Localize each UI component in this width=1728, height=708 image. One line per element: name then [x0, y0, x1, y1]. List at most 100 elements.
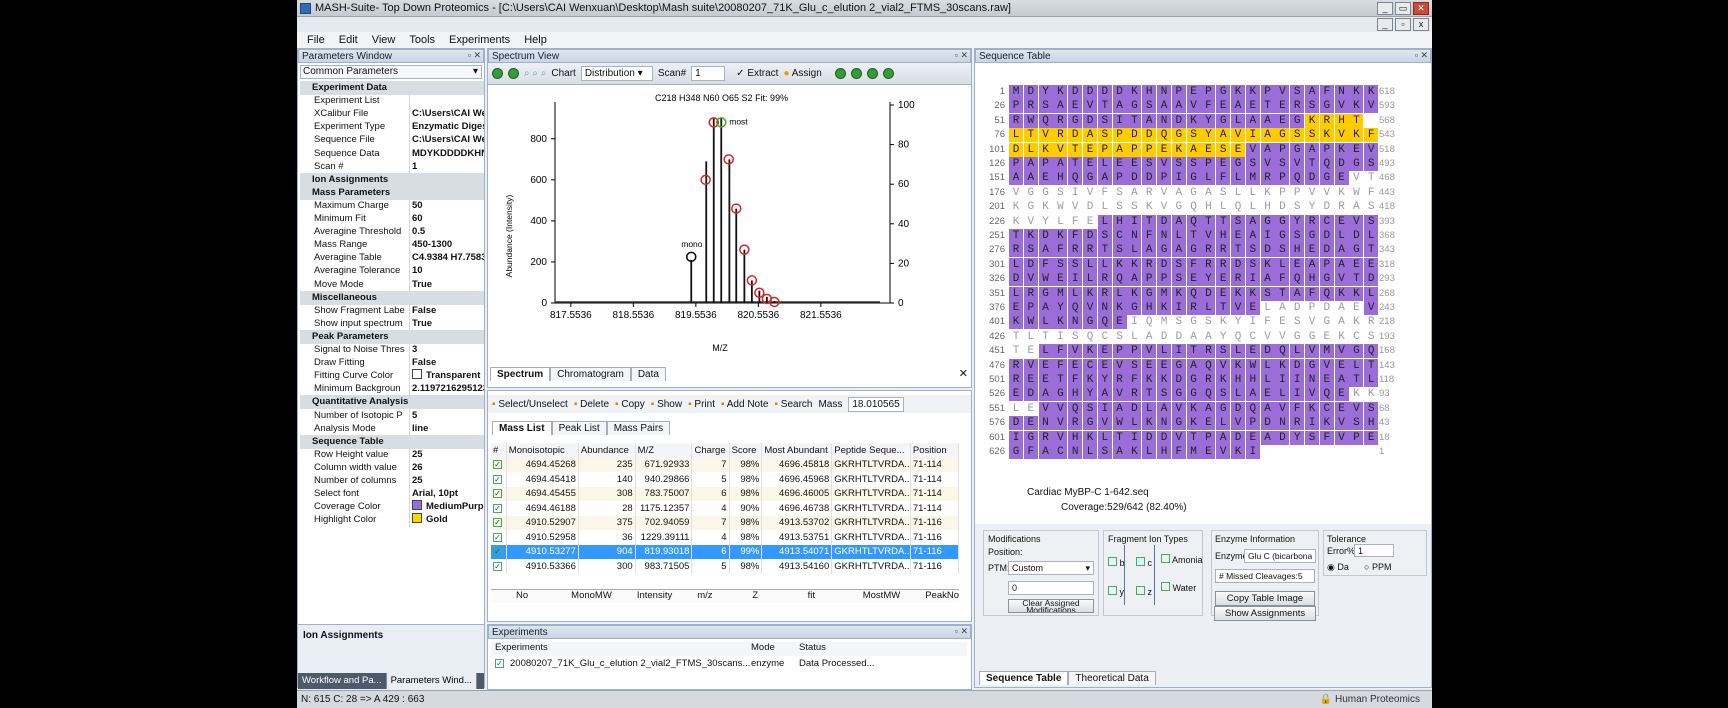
residue-cell[interactable]: R [1053, 113, 1068, 128]
residue-cell[interactable]: H [1305, 272, 1319, 287]
residue-cell[interactable]: R [1142, 257, 1157, 272]
residue-cell[interactable]: P [1201, 430, 1216, 445]
residue-cell[interactable]: K [1112, 257, 1127, 272]
residue-cell[interactable]: A [1349, 200, 1364, 215]
residue-cell[interactable]: G [1216, 85, 1231, 99]
residue-cell[interactable]: L [1334, 229, 1349, 243]
missed-cleavages-input[interactable]: # Missed Cleavages:5 [1215, 569, 1315, 583]
residue-cell[interactable]: L [1142, 401, 1157, 416]
residue-cell[interactable]: G [1171, 387, 1186, 402]
residue-cell[interactable]: R [1290, 99, 1305, 114]
residue-cell[interactable]: R [1097, 286, 1112, 301]
residue-cell[interactable]: G [1186, 387, 1201, 402]
residue-cell[interactable]: E [1305, 243, 1319, 258]
residue-cell[interactable]: G [1186, 185, 1201, 200]
residue-cell[interactable]: D [1260, 243, 1275, 258]
residue-cell[interactable]: A [1053, 99, 1068, 114]
left-tab[interactable]: Workflow and Pa... [298, 673, 387, 689]
residue-cell[interactable]: Y [1290, 214, 1305, 229]
residue-cell[interactable]: K [1364, 85, 1379, 99]
residue-cell[interactable]: I [1127, 315, 1142, 330]
column-header[interactable]: Abundance [578, 443, 636, 458]
residue-cell[interactable]: R [1023, 99, 1038, 114]
residue-cell[interactable]: L [1201, 301, 1216, 315]
residue-cell[interactable]: Q [1068, 171, 1083, 186]
residue-cell[interactable]: D [1171, 113, 1186, 128]
residue-cell[interactable]: F [1290, 401, 1305, 416]
residue-cell[interactable]: D [1201, 286, 1216, 301]
residue-cell[interactable]: Q [1290, 171, 1305, 186]
residue-cell[interactable]: E [1216, 286, 1231, 301]
spectrum-tab[interactable]: Spectrum [490, 367, 551, 381]
residue-cell[interactable]: S [1097, 128, 1112, 143]
residue-cell[interactable]: T [1053, 373, 1068, 387]
residue-cell[interactable]: K [1171, 286, 1186, 301]
residue-cell[interactable]: S [1216, 387, 1231, 402]
residue-cell[interactable]: Y [1290, 430, 1305, 445]
checkbox[interactable]: ✓ [495, 658, 504, 668]
residue-cell[interactable]: A [1053, 157, 1068, 171]
row-checkbox-cell[interactable]: ✓ [491, 544, 507, 559]
residue-cell[interactable]: L [1231, 185, 1245, 200]
residue-cell[interactable]: T [1349, 113, 1364, 128]
residue-cell[interactable]: F [1023, 445, 1038, 459]
residue-cell[interactable]: D [1319, 243, 1334, 258]
next-scan-icon[interactable] [850, 68, 862, 79]
mass-tab[interactable]: Mass Pairs [606, 421, 671, 435]
residue-cell[interactable]: L [1260, 373, 1275, 387]
residue-cell[interactable]: G [1275, 214, 1290, 229]
table-row[interactable]: ✓ 4910.53277 904 819.93018 6 99% 4913.54071 GKR… [491, 544, 960, 559]
residue-cell[interactable]: P [1171, 85, 1186, 99]
residue-cell[interactable]: L [1053, 214, 1068, 229]
residue-cell[interactable]: G [1275, 128, 1290, 143]
residue-cell[interactable]: D [1157, 214, 1171, 229]
z-ion-option[interactable]: z [1136, 586, 1152, 597]
residue-cell[interactable]: G [1319, 272, 1334, 287]
residue-cell[interactable]: V [1275, 329, 1290, 344]
residue-cell[interactable]: H [1334, 113, 1349, 128]
residue-cell[interactable]: S [1068, 329, 1083, 344]
residue-cell[interactable]: Q [1157, 128, 1171, 143]
table-row[interactable]: ✓ 4694.45455 308 783.75007 6 98% 4696.46005 GKR… [491, 486, 960, 501]
residue-cell[interactable]: Q [1245, 401, 1260, 416]
residue-cell[interactable]: P [1112, 344, 1127, 359]
b-ion-option[interactable]: b [1108, 557, 1125, 568]
residue-cell[interactable]: Q [1097, 315, 1112, 330]
residue-cell[interactable]: K [1260, 185, 1275, 200]
residue-cell[interactable]: T [1142, 214, 1157, 229]
residue-cell[interactable]: K [1349, 85, 1364, 99]
peak-column-header[interactable]: No [491, 590, 546, 603]
residue-cell[interactable]: D [1068, 85, 1083, 99]
checkbox[interactable]: ✓ [493, 561, 502, 571]
residue-cell[interactable]: E [1275, 113, 1290, 128]
residue-cell[interactable]: G [1127, 99, 1142, 114]
residue-cell[interactable]: K [1083, 344, 1097, 359]
residue-cell[interactable]: D [1083, 229, 1097, 243]
residue-cell[interactable]: S [1083, 401, 1097, 416]
residue-cell[interactable]: S [1171, 315, 1186, 330]
residue-cell[interactable]: A [1171, 214, 1186, 229]
residue-cell[interactable]: D [1038, 229, 1053, 243]
residue-cell[interactable]: V [1038, 401, 1053, 416]
residue-cell[interactable]: G [1305, 358, 1319, 373]
residue-cell[interactable]: F [1364, 185, 1379, 200]
residue-cell[interactable]: F [1275, 272, 1290, 287]
residue-cell[interactable]: T [1127, 113, 1142, 128]
residue-cell[interactable]: G [1231, 157, 1245, 171]
residue-cell[interactable]: K [1216, 315, 1231, 330]
residue-cell[interactable]: S [1112, 329, 1127, 344]
checkbox[interactable]: ✓ [493, 474, 502, 484]
residue-cell[interactable]: S [1290, 128, 1305, 143]
residue-cell[interactable]: G [1171, 416, 1186, 431]
residue-cell[interactable]: L [1245, 185, 1260, 200]
residue-cell[interactable]: D [1319, 229, 1334, 243]
residue-cell[interactable]: A [1245, 214, 1260, 229]
property-value[interactable]: 60 [410, 212, 484, 226]
residue-cell[interactable]: Q [1319, 157, 1334, 171]
residue-cell[interactable]: E [1245, 430, 1260, 445]
residue-cell[interactable]: R [1319, 113, 1334, 128]
residue-cell[interactable]: L [1275, 387, 1290, 402]
residue-cell[interactable]: S [1305, 128, 1319, 143]
residue-cell[interactable]: M [1319, 344, 1334, 359]
residue-cell[interactable]: V [1157, 200, 1171, 215]
